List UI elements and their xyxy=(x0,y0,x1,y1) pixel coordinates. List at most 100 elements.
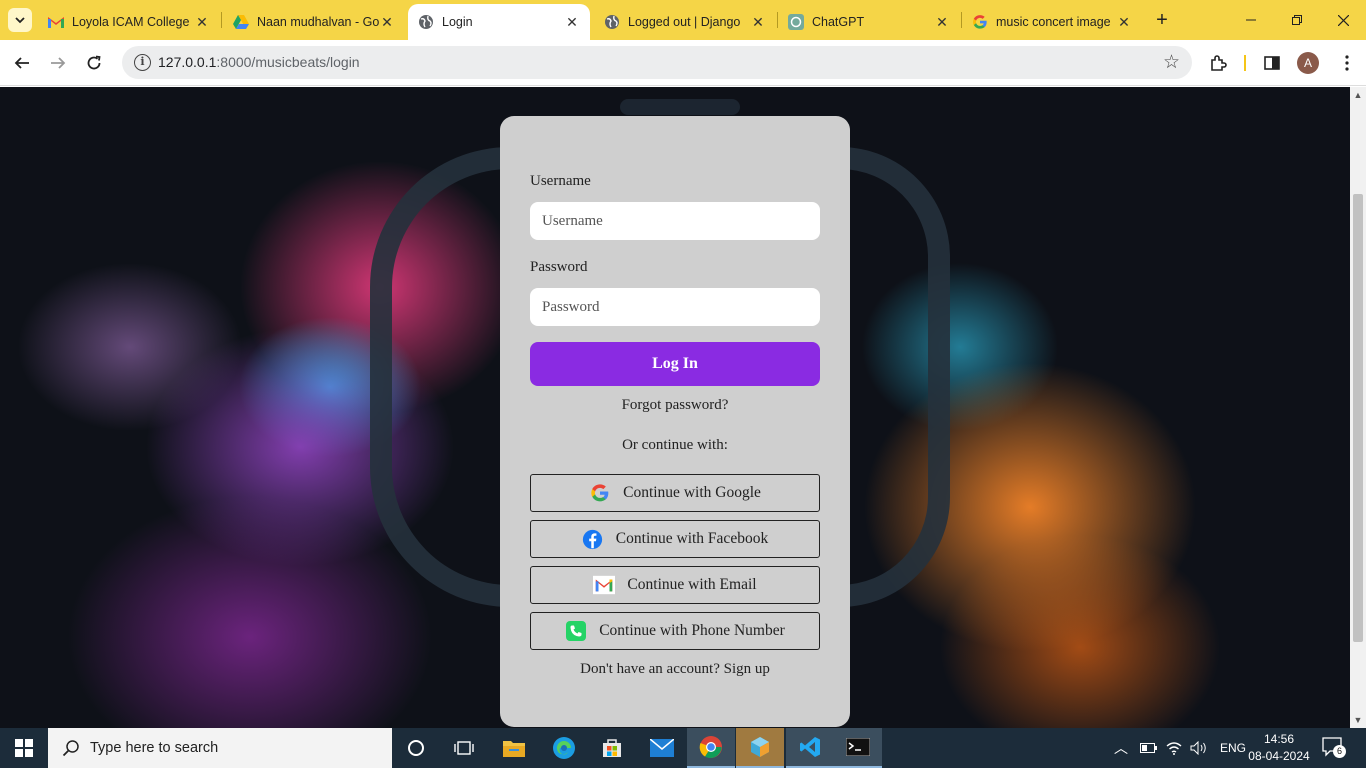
tab-title: Logged out | Django xyxy=(628,15,741,29)
windows-logo-icon xyxy=(15,739,33,757)
tab-django[interactable]: Logged out | Django ✕ xyxy=(594,4,776,40)
scroll-down-icon[interactable]: ▼ xyxy=(1350,712,1366,728)
bookmark-star-icon[interactable]: ☆ xyxy=(1163,51,1180,74)
taskbar-search-box[interactable]: Type here to search xyxy=(48,728,392,768)
start-button[interactable] xyxy=(0,728,48,768)
task-view-icon xyxy=(454,741,474,755)
globe-icon xyxy=(418,14,434,30)
page-scrollbar[interactable]: ▲ ▼ xyxy=(1350,87,1366,728)
forward-button[interactable] xyxy=(43,48,73,78)
cortana-button[interactable] xyxy=(392,728,440,768)
tab-title: Login xyxy=(442,15,473,29)
mail-button[interactable] xyxy=(638,728,686,768)
close-icon[interactable]: ✕ xyxy=(564,14,580,31)
folder-icon xyxy=(503,741,525,757)
url-path: :8000/musicbeats/login xyxy=(216,54,360,70)
headphone-band-image xyxy=(620,99,740,115)
notification-button[interactable]: 6 xyxy=(1322,737,1346,759)
address-bar[interactable]: i 127.0.0.1:8000/musicbeats/login ☆ xyxy=(122,46,1192,79)
tab-title: Naan mudhalvan - Go xyxy=(257,15,379,29)
browser-toolbar: i 127.0.0.1:8000/musicbeats/login ☆ A xyxy=(0,40,1366,86)
close-icon[interactable]: ✕ xyxy=(1116,14,1132,31)
task-view-button[interactable] xyxy=(440,728,488,768)
edge-button[interactable] xyxy=(540,728,588,768)
login-card: Username Password Log In Forgot password… xyxy=(500,116,850,727)
close-icon[interactable]: ✕ xyxy=(934,14,950,31)
taskbar-clock[interactable]: 14:56 08-04-2024 xyxy=(1240,731,1318,765)
scrollbar-thumb[interactable] xyxy=(1353,194,1363,642)
cortana-icon xyxy=(408,740,424,756)
tab-chatgpt[interactable]: ChatGPT ✕ xyxy=(778,4,960,40)
headphone-left-image xyxy=(370,147,510,607)
close-icon[interactable]: ✕ xyxy=(750,14,766,31)
globe-icon xyxy=(604,14,620,30)
side-panel-icon[interactable] xyxy=(1259,50,1285,76)
taskbar-search-placeholder: Type here to search xyxy=(90,740,219,756)
phone-login-label: Continue with Phone Number xyxy=(599,622,785,639)
more-menu-icon[interactable] xyxy=(1334,50,1360,76)
phone-icon xyxy=(565,620,587,642)
battery-icon[interactable] xyxy=(1140,742,1158,754)
username-input[interactable] xyxy=(530,202,820,240)
store-button[interactable] xyxy=(588,728,636,768)
arrow-left-icon xyxy=(14,57,29,69)
site-info-icon[interactable]: i xyxy=(134,54,151,71)
reload-button[interactable] xyxy=(79,48,109,78)
password-input[interactable] xyxy=(530,288,820,326)
file-explorer-button[interactable] xyxy=(490,728,538,768)
gmail-icon xyxy=(48,14,64,30)
chrome-icon xyxy=(699,736,722,758)
restore-button[interactable] xyxy=(1274,0,1320,40)
window-controls xyxy=(1228,0,1366,40)
system-tray: ︿ ENG xyxy=(1114,728,1246,768)
new-tab-button[interactable]: + xyxy=(1150,8,1174,32)
signup-link[interactable]: Don't have an account? Sign up xyxy=(500,661,850,678)
tab-loyola[interactable]: Loyola ICAM College ✕ xyxy=(38,4,220,40)
google-login-label: Continue with Google xyxy=(623,484,761,501)
volume-icon[interactable] xyxy=(1190,741,1208,755)
close-window-button[interactable] xyxy=(1320,0,1366,40)
clock-date: 08-04-2024 xyxy=(1248,749,1310,763)
clock-time: 14:56 xyxy=(1263,732,1295,746)
chrome-button[interactable] xyxy=(687,728,735,768)
google-drive-icon xyxy=(233,14,249,30)
terminal-icon xyxy=(846,738,870,756)
or-continue-text: Or continue with: xyxy=(622,437,728,453)
arrow-right-icon xyxy=(51,57,66,69)
tab-music-concert[interactable]: music concert image ✕ xyxy=(962,4,1142,40)
gmail-icon xyxy=(593,574,616,596)
toolbar-divider xyxy=(1244,55,1246,71)
scroll-up-icon[interactable]: ▲ xyxy=(1350,87,1366,103)
tab-naan-mudhalvan[interactable]: Naan mudhalvan - Go ✕ xyxy=(223,4,405,40)
wifi-icon[interactable] xyxy=(1166,741,1182,755)
minimize-button[interactable] xyxy=(1228,0,1274,40)
netbeans-button[interactable] xyxy=(736,728,784,768)
close-icon[interactable]: ✕ xyxy=(194,14,210,31)
close-icon xyxy=(1337,14,1349,26)
tab-title: ChatGPT xyxy=(812,15,865,29)
url-text[interactable]: 127.0.0.1:8000/musicbeats/login xyxy=(158,54,360,70)
tab-login[interactable]: Login ✕ xyxy=(408,4,590,40)
login-button[interactable]: Log In xyxy=(530,342,820,386)
chevron-down-icon xyxy=(15,17,25,24)
cube-icon xyxy=(751,737,769,757)
mail-icon xyxy=(650,739,674,757)
forgot-password-link[interactable]: Forgot password? xyxy=(500,397,850,414)
vscode-button[interactable] xyxy=(786,728,834,768)
back-button[interactable] xyxy=(7,48,37,78)
tab-title: Loyola ICAM College xyxy=(72,15,190,29)
profile-avatar[interactable]: A xyxy=(1297,52,1319,74)
tab-search-button[interactable] xyxy=(8,8,32,32)
close-icon[interactable]: ✕ xyxy=(379,14,395,31)
email-login-button[interactable]: Continue with Email xyxy=(530,566,820,604)
password-label: Password xyxy=(530,259,588,275)
tab-title: music concert image xyxy=(996,15,1111,29)
extensions-icon[interactable] xyxy=(1205,50,1231,76)
phone-login-button[interactable]: Continue with Phone Number xyxy=(530,612,820,650)
terminal-button[interactable] xyxy=(834,728,882,768)
vscode-icon xyxy=(800,737,820,757)
chevron-up-icon[interactable]: ︿ xyxy=(1114,738,1128,758)
search-icon xyxy=(62,740,79,757)
google-login-button[interactable]: Continue with Google xyxy=(530,474,820,512)
facebook-login-button[interactable]: Continue with Facebook xyxy=(530,520,820,558)
